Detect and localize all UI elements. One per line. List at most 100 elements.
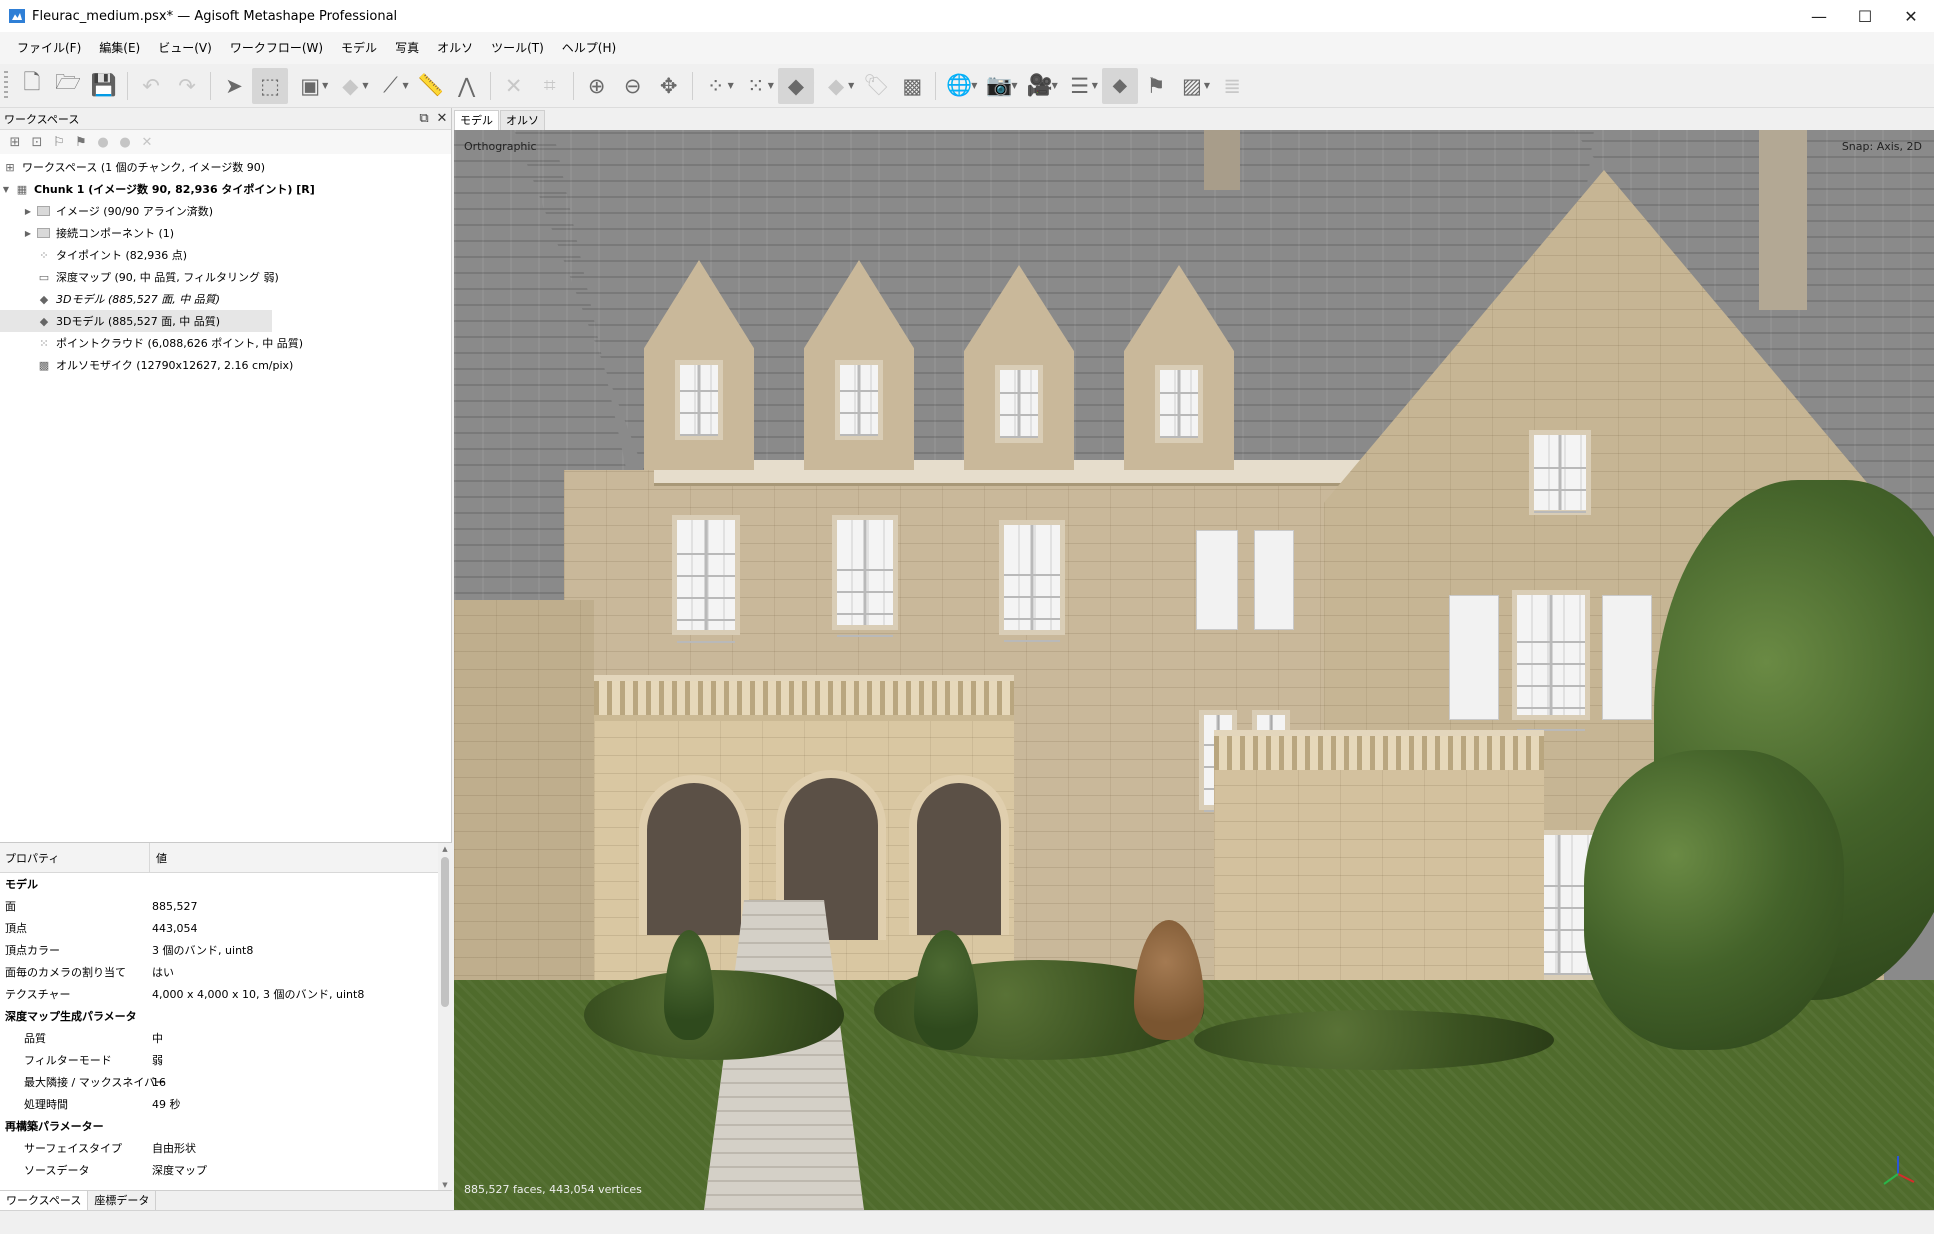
- globe-icon[interactable]: 🌐: [941, 68, 977, 104]
- ruler-icon[interactable]: 📏: [413, 68, 449, 104]
- toolbar-separator: [572, 71, 574, 100]
- property-key: サーフェイスタイプ: [24, 1142, 123, 1155]
- facade-window: [832, 515, 898, 657]
- tie-points-icon[interactable]: ⁘: [698, 68, 734, 104]
- redo-icon[interactable]: ↷: [169, 68, 205, 104]
- menu-workflow[interactable]: ワークフロー(W): [221, 36, 332, 60]
- gable-window: [1512, 590, 1590, 751]
- save-icon[interactable]: 💾: [86, 68, 122, 104]
- zoom-out-icon[interactable]: ⊖: [615, 68, 651, 104]
- property-value: 弱: [152, 1054, 163, 1067]
- delete-selection-icon[interactable]: ✕: [496, 68, 532, 104]
- shapes-icon[interactable]: ⬥: [1101, 67, 1138, 104]
- image-overlay-icon[interactable]: ▨: [1174, 68, 1210, 104]
- menu-view[interactable]: ビュー(V): [149, 36, 221, 60]
- property-key: 頂点カラー: [5, 944, 60, 957]
- menu-help[interactable]: ヘルプ(H): [553, 36, 625, 60]
- tree-item-depth-maps[interactable]: ▭ 深度マップ (90, 中 品質, フィルタリング 弱): [0, 266, 451, 288]
- scroll-down-icon[interactable]: ▼: [438, 1181, 452, 1189]
- angle-measure-icon[interactable]: ⋀: [449, 68, 485, 104]
- tree-item-label: Chunk 1 (イメージ数 90, 82,936 タイポイント) [R]: [34, 183, 315, 196]
- tree-item-model-inactive[interactable]: ◆ 3Dモデル (885,527 面, 中 品質): [0, 288, 451, 310]
- menu-edit[interactable]: 編集(E): [90, 36, 149, 60]
- expand-right-icon[interactable]: ▶: [22, 207, 34, 216]
- maximize-button[interactable]: ☐: [1842, 0, 1888, 32]
- markers-flag-icon[interactable]: ⚑: [1138, 68, 1174, 104]
- property-value: 4,000 x 4,000 x 10, 3 個のバンド, uint8: [152, 988, 365, 1001]
- dem-icon[interactable]: 🏷: [858, 68, 894, 104]
- property-key: 品質: [24, 1032, 46, 1045]
- group-depth-params: 深度マップ生成パラメータ: [5, 1010, 137, 1023]
- menu-model[interactable]: モデル: [332, 36, 386, 60]
- rectangle-selection-icon[interactable]: ⬚: [252, 67, 288, 104]
- point-cloud-icon[interactable]: ⁙: [738, 68, 774, 104]
- tree-item-point-cloud[interactable]: ⁙ ポイントクラウド (6,088,626 ポイント, 中 品質): [0, 332, 451, 354]
- tree-item-orthomosaic[interactable]: ▩ オルソモザイク (12790x12627, 2.16 cm/pix): [0, 354, 451, 376]
- tab-reference[interactable]: 座標データ: [88, 1191, 157, 1210]
- open-folder-icon[interactable]: 🗁: [50, 68, 86, 104]
- menu-tools[interactable]: ツール(T): [482, 36, 553, 60]
- remove-icon[interactable]: ✕: [136, 132, 158, 152]
- property-value: 中: [152, 1032, 163, 1045]
- menu-file[interactable]: ファイル(F): [8, 36, 90, 60]
- workspace-icon: ⊞: [5, 160, 15, 174]
- column-value[interactable]: 値: [150, 850, 167, 866]
- tree-item-chunk[interactable]: ▼ ▦ Chunk 1 (イメージ数 90, 82,936 タイポイント) [R…: [0, 178, 451, 200]
- tree-item-components[interactable]: ▶ 接続コンポーネント (1): [0, 222, 451, 244]
- dormer-window: [835, 360, 883, 456]
- stack-icon[interactable]: ≣: [1214, 68, 1250, 104]
- property-value: 443,054: [152, 921, 198, 935]
- reset-view-icon[interactable]: ✥: [651, 68, 687, 104]
- tree-item-label: タイポイント (82,936 点): [56, 249, 188, 262]
- tree-item-label: ワークスペース (1 個のチャンク, イメージ数 90): [22, 161, 266, 174]
- model-viewport[interactable]: Orthographic Snap: Axis, 2D 885,527 face…: [454, 130, 1934, 1210]
- toolbar-grip-icon[interactable]: [4, 70, 8, 101]
- tree-item-images[interactable]: ▶ イメージ (90/90 アライン済数): [0, 200, 451, 222]
- close-panel-icon[interactable]: ✕: [433, 111, 451, 126]
- menu-photo[interactable]: 写真: [386, 36, 428, 60]
- property-key: 面毎のカメラの割り当て: [5, 966, 126, 979]
- draw-polygon-icon[interactable]: ◆: [332, 68, 368, 104]
- leafy-tree: [1584, 750, 1844, 1050]
- model-shaded-icon[interactable]: ◆: [777, 67, 814, 104]
- tree-item-workspace[interactable]: ⊞ ワークスペース (1 個のチャンク, イメージ数 90): [0, 156, 451, 178]
- float-panel-icon[interactable]: ⧉: [415, 111, 433, 126]
- tab-ortho[interactable]: オルソ: [500, 110, 545, 130]
- scroll-up-icon[interactable]: ▲: [438, 845, 452, 853]
- camera-icon[interactable]: 📷: [981, 68, 1017, 104]
- ortho-icon[interactable]: ▩: [894, 68, 930, 104]
- disable-icon[interactable]: ●: [114, 132, 136, 152]
- resize-region-icon[interactable]: ▣: [292, 68, 328, 104]
- tree-item-model-active[interactable]: ◆ 3Dモデル (885,527 面, 中 品質): [0, 310, 272, 332]
- column-property[interactable]: プロパティ: [0, 843, 150, 872]
- add-folder-icon[interactable]: ⚐: [48, 132, 70, 152]
- tab-model[interactable]: モデル: [454, 110, 499, 130]
- enable-icon[interactable]: ●: [92, 132, 114, 152]
- folder-icon: [37, 206, 50, 216]
- expand-right-icon[interactable]: ▶: [22, 229, 34, 238]
- expand-down-icon[interactable]: ▼: [0, 185, 12, 194]
- close-button[interactable]: ✕: [1888, 0, 1934, 32]
- add-chunk-icon[interactable]: ⊞: [4, 132, 26, 152]
- menu-ortho[interactable]: オルソ: [428, 36, 482, 60]
- new-file-icon[interactable]: 🗋: [14, 68, 50, 104]
- minimize-button[interactable]: —: [1796, 0, 1842, 32]
- properties-scrollbar[interactable]: ▲ ▼: [438, 843, 452, 1191]
- property-row: 頂点 443,054: [0, 917, 452, 939]
- undo-icon[interactable]: ↶: [133, 68, 169, 104]
- draw-polyline-icon[interactable]: ⟋: [372, 68, 408, 104]
- tree-item-tie-points[interactable]: ⁘ タイポイント (82,936 点): [0, 244, 451, 266]
- navigation-pointer-icon[interactable]: ➤: [216, 68, 252, 104]
- property-row: 最大隣接 / マックスネイバー 16: [0, 1071, 452, 1093]
- add-photos-icon[interactable]: ⊡: [26, 132, 48, 152]
- hedge: [584, 970, 844, 1060]
- add-marker-icon[interactable]: ⚑: [70, 132, 92, 152]
- crop-selection-icon[interactable]: ⌗: [532, 68, 568, 104]
- depth-map-icon: ▭: [38, 270, 50, 284]
- scrollbar-thumb[interactable]: [441, 857, 449, 1007]
- zoom-in-icon[interactable]: ⊕: [579, 68, 615, 104]
- tab-workspace[interactable]: ワークスペース: [0, 1191, 89, 1210]
- layers-icon[interactable]: ☰: [1062, 68, 1098, 104]
- tiled-model-icon[interactable]: ◆: [818, 68, 854, 104]
- animation-camera-icon[interactable]: 🎥: [1022, 68, 1058, 104]
